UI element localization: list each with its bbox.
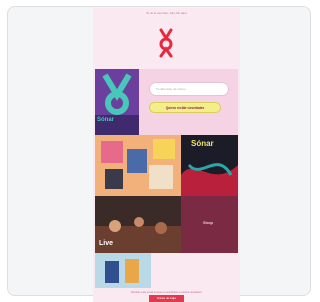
newsletter-box: Tu dirección de correo Quiero recibir no… — [139, 69, 238, 135]
brand-logo-icon — [159, 28, 173, 58]
promo-title-6: Shop — [203, 220, 213, 225]
footer-text: Recibes este email porque te suscribiste… — [131, 291, 202, 294]
promo-tile-3[interactable] — [95, 135, 181, 196]
promo-title-1: Sónar — [97, 117, 115, 123]
promo-tile-6[interactable]: Shop — [181, 196, 238, 253]
promo-artwork-1 — [95, 69, 139, 135]
promo-tile-1[interactable]: Sónar — [95, 69, 139, 135]
view-in-browser-link[interactable]: Si no lo ves bien, haz clic aquí — [93, 11, 240, 15]
unsubscribe-button[interactable]: Darse de baja — [149, 295, 184, 302]
merch-artwork — [95, 253, 151, 288]
email-input[interactable]: Tu dirección de correo — [149, 82, 229, 96]
promo-tile-5[interactable]: Live — [95, 196, 181, 253]
subscribe-button[interactable]: Quiero recibir novedades — [149, 102, 221, 113]
email-preview: Si no lo ves bien, haz clic aquí Sónar T… — [93, 8, 240, 302]
promo-tile-7[interactable] — [95, 253, 151, 288]
collage-artwork — [95, 135, 181, 196]
promo-title-4: Sónar — [191, 139, 214, 148]
promo-tile-4[interactable]: Sónar — [181, 135, 238, 196]
promo-title-5: Live — [99, 240, 114, 247]
